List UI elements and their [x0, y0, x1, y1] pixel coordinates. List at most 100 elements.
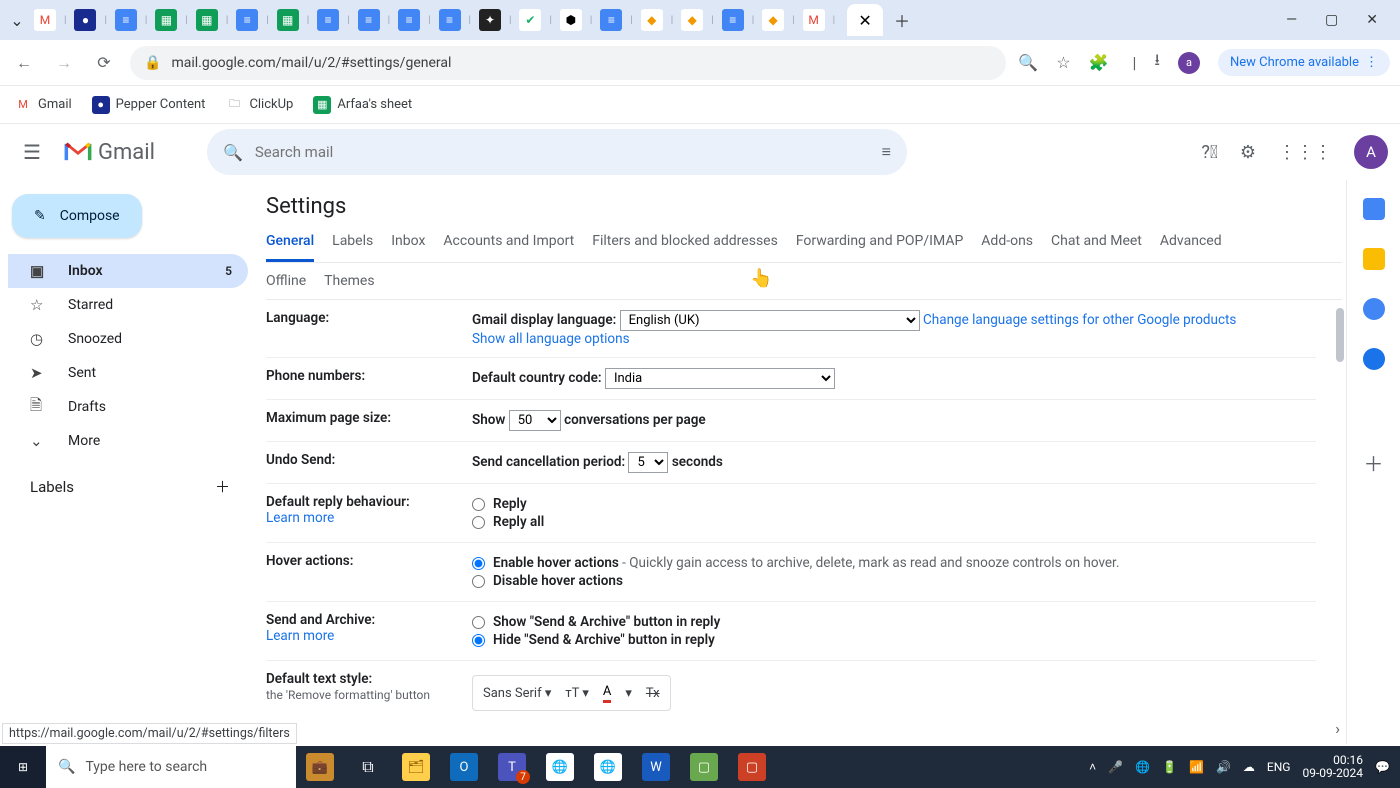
tab-favicon[interactable]: ▦: [196, 9, 218, 31]
tab-favicon[interactable]: ●: [74, 9, 96, 31]
tray-mic-icon[interactable]: 🎤: [1108, 760, 1123, 774]
font-size-dropdown[interactable]: тT ▾: [565, 686, 589, 701]
tab-forwarding[interactable]: Forwarding and POP/IMAP: [796, 233, 963, 262]
help-icon[interactable]: ?⃝: [1201, 142, 1218, 163]
tasks-addon-icon[interactable]: [1363, 298, 1385, 320]
hamburger-icon[interactable]: ☰: [12, 140, 52, 164]
sidebar-item-inbox[interactable]: ▣Inbox5: [8, 254, 248, 288]
tab-favicon[interactable]: M: [34, 9, 56, 31]
tray-battery-icon[interactable]: 🔋: [1162, 760, 1177, 774]
contacts-addon-icon[interactable]: [1363, 348, 1385, 370]
tab-favicon[interactable]: ✔: [519, 9, 541, 31]
learn-more-link[interactable]: Learn more: [266, 510, 334, 526]
tab-favicon[interactable]: ≡: [236, 9, 258, 31]
tab-chat[interactable]: Chat and Meet: [1051, 233, 1142, 262]
tab-favicon[interactable]: ◆: [681, 9, 703, 31]
window-maximize[interactable]: ▢: [1325, 12, 1338, 28]
language-select[interactable]: English (UK): [620, 310, 920, 331]
taskbar-taskview[interactable]: ⧉: [344, 746, 392, 788]
tab-offline[interactable]: Offline: [266, 273, 306, 289]
tray-wifi-icon[interactable]: 📶: [1189, 760, 1204, 774]
search-input[interactable]: [255, 143, 870, 161]
hover-disable-radio[interactable]: [472, 575, 485, 588]
nav-forward-icon[interactable]: →: [50, 53, 78, 73]
calendar-addon-icon[interactable]: [1363, 198, 1385, 220]
settings-gear-icon[interactable]: ⚙: [1240, 142, 1256, 163]
tab-labels[interactable]: Labels: [332, 233, 373, 262]
tab-favicon[interactable]: ≡: [600, 9, 622, 31]
bookmark-item[interactable]: 🗀ClickUp: [225, 96, 293, 114]
taskbar-chrome[interactable]: 🌐: [536, 746, 584, 788]
show-sendarchive-radio[interactable]: [472, 616, 485, 629]
nav-back-icon[interactable]: ←: [10, 53, 38, 73]
sidebar-item-more[interactable]: ⌄More: [8, 424, 248, 458]
sidebar-item-sent[interactable]: ➤Sent: [8, 356, 248, 390]
bookmark-item[interactable]: ●Pepper Content: [92, 96, 206, 114]
bookmark-item[interactable]: ▦Arfaa's sheet: [313, 96, 412, 114]
learn-more-link[interactable]: Learn more: [266, 628, 334, 644]
panel-expand-icon[interactable]: ›: [1335, 719, 1340, 738]
sidebar-item-starred[interactable]: ☆Starred: [8, 288, 248, 322]
tab-favicon[interactable]: ≡: [439, 9, 461, 31]
change-language-link[interactable]: Change language settings for other Googl…: [923, 312, 1236, 328]
chrome-profile-avatar[interactable]: a: [1178, 52, 1200, 74]
tab-filters[interactable]: Filters and blocked addresses: [592, 233, 778, 262]
scrollbar-thumb[interactable]: [1336, 308, 1344, 362]
tab-favicon[interactable]: ≡: [358, 9, 380, 31]
chrome-update-pill[interactable]: New Chrome available ⋮: [1218, 49, 1390, 76]
active-tab-close[interactable]: ✕: [847, 4, 883, 36]
sidebar-item-drafts[interactable]: 🗎Drafts: [8, 390, 248, 424]
search-options-icon[interactable]: ≡: [882, 142, 891, 162]
text-color-dropdown[interactable]: A: [603, 684, 611, 703]
tabs-overflow-chevron[interactable]: ⌄: [6, 11, 28, 30]
font-family-dropdown[interactable]: Sans Serif ▾: [483, 686, 551, 701]
tab-favicon[interactable]: ▦: [155, 9, 177, 31]
sidebar-item-snoozed[interactable]: ◷Snoozed: [8, 322, 248, 356]
tab-favicon[interactable]: ≡: [115, 9, 137, 31]
taskbar-chrome-2[interactable]: 🌐: [584, 746, 632, 788]
tab-themes[interactable]: Themes: [324, 273, 374, 289]
tab-accounts[interactable]: Accounts and Import: [443, 233, 574, 262]
tab-favicon[interactable]: ✦: [479, 9, 501, 31]
replyall-radio[interactable]: [472, 516, 485, 529]
omnibox[interactable]: 🔒 mail.google.com/mail/u/2/#settings/gen…: [130, 46, 1006, 80]
window-close[interactable]: ✕: [1366, 12, 1378, 28]
start-button[interactable]: ⊞: [0, 746, 46, 788]
compose-button[interactable]: ✎ Compose: [12, 194, 142, 238]
downloads-icon[interactable]: ⭳: [1154, 49, 1160, 76]
apps-grid-icon[interactable]: ⋮⋮⋮: [1278, 142, 1332, 163]
taskbar-search[interactable]: 🔍 Type here to search: [46, 746, 296, 788]
country-code-select[interactable]: India: [605, 368, 835, 389]
gmail-logo[interactable]: Gmail: [64, 140, 155, 165]
tray-globe-icon[interactable]: 🌐: [1135, 760, 1150, 774]
tab-favicon[interactable]: ≡: [722, 9, 744, 31]
tab-favicon[interactable]: ◆: [762, 9, 784, 31]
tray-date[interactable]: 09-09-2024: [1302, 767, 1363, 780]
bookmark-item[interactable]: MGmail: [14, 96, 72, 114]
bookmark-star-icon[interactable]: ☆: [1056, 53, 1070, 72]
tray-onedrive-icon[interactable]: ☁: [1243, 760, 1255, 774]
reply-radio[interactable]: [472, 498, 485, 511]
tab-addons[interactable]: Add-ons: [981, 233, 1033, 262]
extensions-icon[interactable]: 🧩: [1089, 53, 1109, 72]
taskbar-outlook[interactable]: O: [440, 746, 488, 788]
tray-volume-icon[interactable]: 🔊: [1216, 760, 1231, 774]
show-all-languages-link[interactable]: Show all language options: [472, 331, 630, 347]
nav-reload-icon[interactable]: ⟳: [90, 53, 118, 72]
hover-enable-radio[interactable]: [472, 557, 485, 570]
keep-addon-icon[interactable]: [1363, 248, 1385, 270]
taskbar-word[interactable]: W: [632, 746, 680, 788]
account-avatar[interactable]: A: [1354, 135, 1388, 169]
window-minimize[interactable]: —: [1286, 12, 1297, 28]
tray-notifications-icon[interactable]: 💬: [1375, 760, 1390, 774]
add-addon-icon[interactable]: ＋: [1364, 448, 1384, 477]
add-label-icon[interactable]: ＋: [215, 476, 230, 497]
tray-chevron-icon[interactable]: ˄: [1089, 760, 1096, 774]
tab-favicon[interactable]: ◆: [641, 9, 663, 31]
undo-period-select[interactable]: 5: [628, 452, 668, 473]
tab-favicon[interactable]: ≡: [317, 9, 339, 31]
taskbar-teams[interactable]: T7: [488, 746, 536, 788]
tray-language[interactable]: ENG: [1267, 760, 1291, 774]
taskbar-explorer[interactable]: 🗂: [392, 746, 440, 788]
tab-favicon[interactable]: ⬢: [560, 9, 582, 31]
